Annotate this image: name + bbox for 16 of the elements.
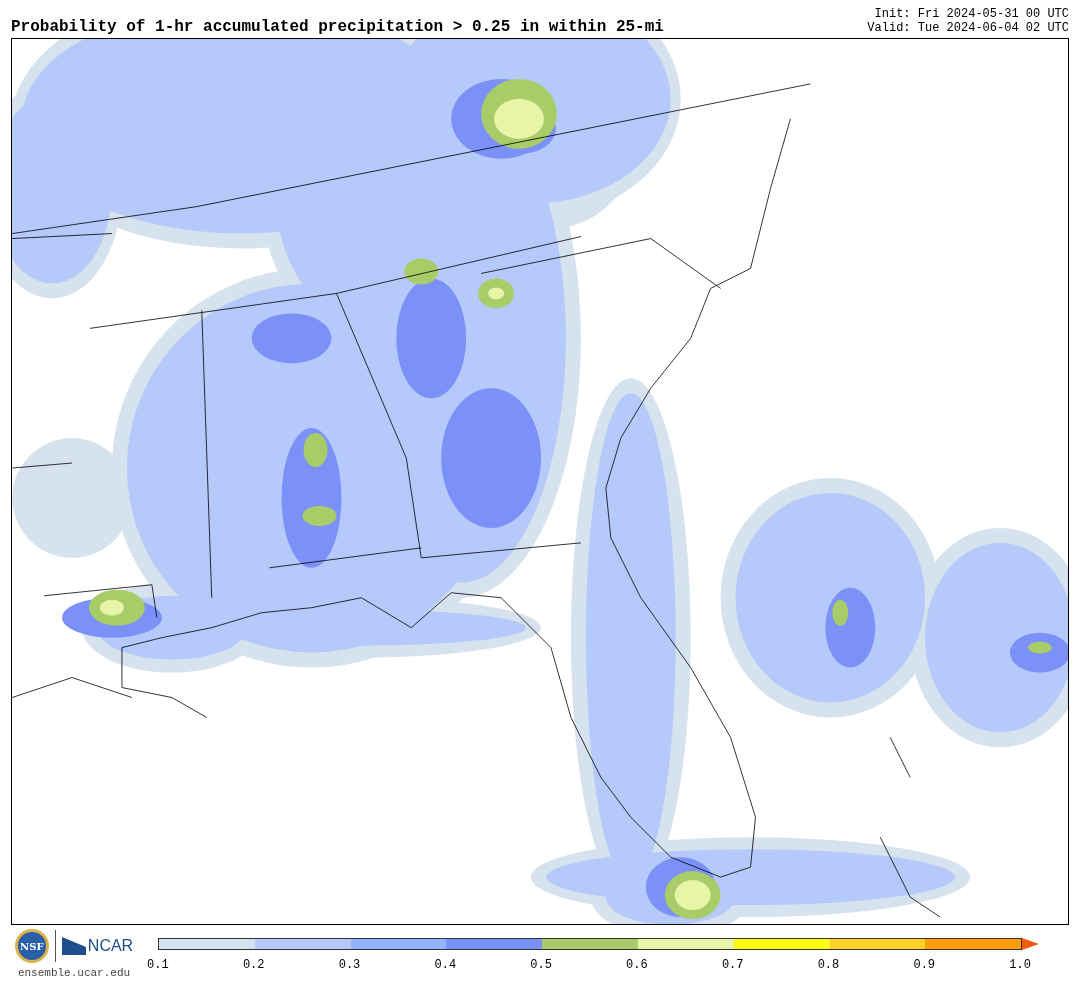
site-url: ensemble.ucar.edu [17,966,131,981]
nsf-logo: NSF [14,929,49,963]
colorbar-tick-label: 1.0 [1008,957,1032,974]
colorbar-tick-label: 0.7 [720,957,745,974]
colorbar-tick-label: 0.3 [337,957,362,974]
chart-title: Probability of 1-hr accumulated precipitation > 0.25 in within 25-mi [11,19,664,35]
colorbar-tick-label: 0.2 [241,957,266,974]
valid-time: Valid: Tue 2024-06-04 02 UTC [867,21,1069,35]
colorbar-tick-label: 0.8 [816,957,841,974]
ncar-mark-icon [61,937,86,955]
colorbar-tick-label: 0.4 [433,957,458,974]
colorbar-tick-label: 0.9 [912,957,937,974]
colorbar-tick-label: 0.5 [529,957,553,974]
ncar-logo: NCAR [61,934,134,958]
colorbar-tick-label: 0.6 [625,957,649,974]
init-time: Init: Fri 2024-05-31 00 UTC [874,7,1069,21]
